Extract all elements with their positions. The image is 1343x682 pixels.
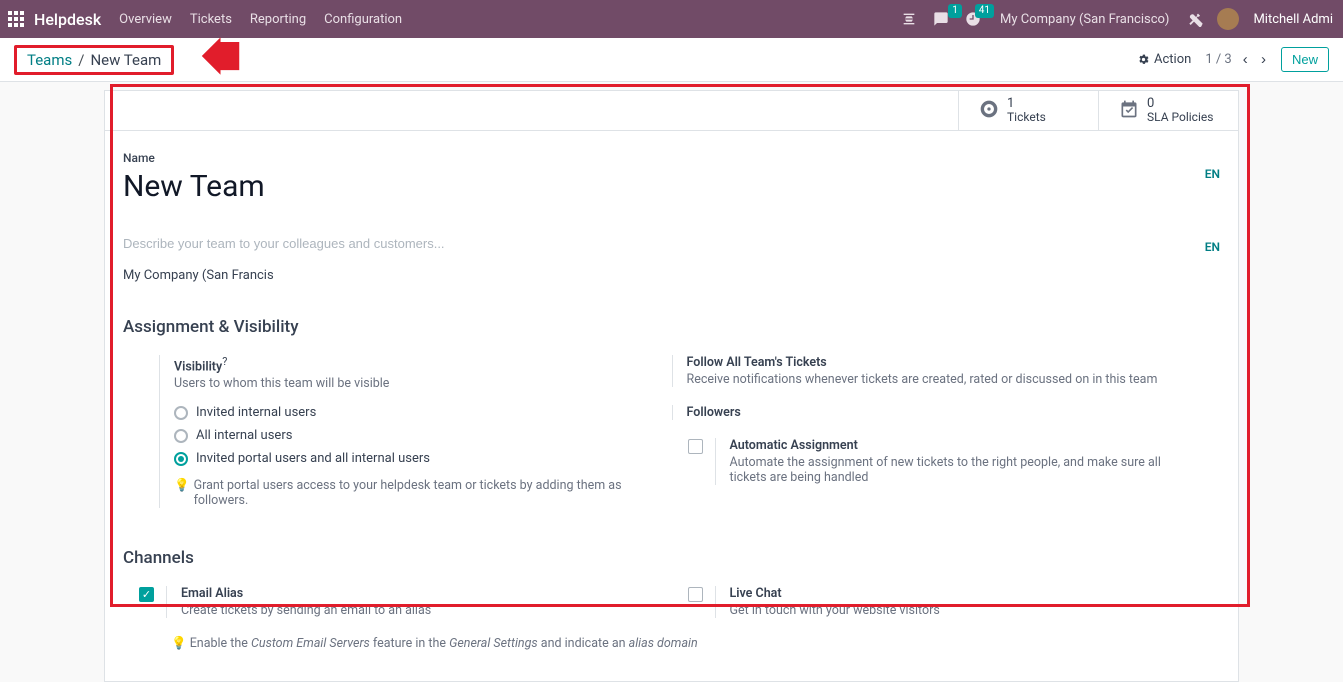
name-field-label: Name xyxy=(123,151,1205,165)
nav-configuration[interactable]: Configuration xyxy=(324,12,402,27)
lightbulb-icon: 💡 xyxy=(171,636,187,651)
section-assignment-heading: Assignment & Visibility xyxy=(123,317,1220,337)
calendar-check-icon xyxy=(1119,99,1139,123)
name-field-value[interactable]: New Team xyxy=(123,169,1205,204)
stat-tickets-count: 1 xyxy=(1007,97,1046,111)
visibility-opt-invited-internal[interactable]: Invited internal users xyxy=(174,405,642,420)
auto-assign-row: Automatic Assignment Automate the assign… xyxy=(672,438,1191,485)
stat-buttons: 1 Tickets 0 SLA Policies xyxy=(105,91,1238,131)
auto-assign-help: Automate the assignment of new tickets t… xyxy=(730,455,1191,485)
nav-tickets[interactable]: Tickets xyxy=(190,12,232,27)
arrow-annotation xyxy=(204,37,264,83)
email-alias-title: Email Alias xyxy=(181,586,672,601)
lightbulb-icon: 💡 xyxy=(174,478,190,508)
form-sheet: 1 Tickets 0 SLA Policies Name New Team xyxy=(104,90,1239,682)
email-alias-checkbox[interactable] xyxy=(139,587,154,602)
pager-text: 1 / 3 xyxy=(1205,52,1231,67)
stat-sla-count: 0 xyxy=(1147,97,1213,111)
followers-block: Followers xyxy=(672,405,1191,420)
channel-email: Email Alias Create tickets by sending an… xyxy=(123,586,672,618)
new-button[interactable]: New xyxy=(1281,47,1329,72)
nav-links: Overview Tickets Reporting Configuration xyxy=(119,12,402,27)
follow-help: Receive notifications whenever tickets a… xyxy=(687,372,1191,387)
action-dropdown[interactable]: Action xyxy=(1137,52,1191,67)
company-field[interactable]: My Company (San Francis xyxy=(123,268,1220,283)
nav-reporting[interactable]: Reporting xyxy=(250,12,306,27)
top-navbar: Helpdesk Overview Tickets Reporting Conf… xyxy=(0,0,1343,38)
visibility-label: Visibility xyxy=(174,359,222,374)
app-brand[interactable]: Helpdesk xyxy=(34,10,101,29)
stat-sla-label: SLA Policies xyxy=(1147,111,1213,124)
auto-assign-checkbox[interactable] xyxy=(688,439,703,454)
nav-overview[interactable]: Overview xyxy=(119,12,172,27)
channel-livechat: Live Chat Get in touch with your website… xyxy=(672,586,1221,618)
lang-tag-desc[interactable]: EN xyxy=(1205,240,1220,254)
nav-right: 1 41 My Company (San Francisco) Mitchell… xyxy=(898,8,1333,30)
avatar[interactable] xyxy=(1217,8,1239,30)
livechat-help: Get in touch with your website visitors xyxy=(730,603,1221,618)
visibility-help: Users to whom this team will be visible xyxy=(174,376,642,391)
action-label: Action xyxy=(1154,52,1191,67)
description-input[interactable] xyxy=(123,234,1185,253)
apps-icon[interactable] xyxy=(8,11,24,27)
stat-tickets[interactable]: 1 Tickets xyxy=(958,91,1098,130)
pager-prev[interactable]: ‹ xyxy=(1238,49,1253,70)
control-bar: Teams / New Team Action 1 / 3 ‹ › New xyxy=(0,38,1343,82)
follow-title: Follow All Team's Tickets xyxy=(687,355,1191,370)
messages-icon[interactable]: 1 xyxy=(930,8,952,30)
visibility-opt-portal-internal[interactable]: Invited portal users and all internal us… xyxy=(174,451,642,466)
breadcrumb-sep: / xyxy=(78,51,84,69)
content-area: 1 Tickets 0 SLA Policies Name New Team xyxy=(0,82,1343,682)
company-switcher[interactable]: My Company (San Francisco) xyxy=(1000,12,1169,27)
stat-tickets-label: Tickets xyxy=(1007,111,1046,124)
breadcrumb-annotation-box: Teams / New Team xyxy=(14,45,174,75)
visibility-help-icon[interactable]: ? xyxy=(222,355,227,368)
activities-badge: 41 xyxy=(975,4,994,18)
pager: 1 / 3 ‹ › xyxy=(1205,49,1271,70)
tray-icon[interactable] xyxy=(898,8,920,30)
section-channels-heading: Channels xyxy=(123,548,1220,568)
livechat-checkbox[interactable] xyxy=(688,587,703,602)
lang-tag-name[interactable]: EN xyxy=(1205,167,1220,181)
activities-icon[interactable]: 41 xyxy=(962,8,984,30)
visibility-group: Visibility? Users to whom this team will… xyxy=(159,355,642,508)
breadcrumb-root[interactable]: Teams xyxy=(27,51,72,69)
messages-badge: 1 xyxy=(948,4,962,18)
visibility-tip: 💡 Grant portal users access to your help… xyxy=(174,478,642,508)
visibility-opt-all-internal[interactable]: All internal users xyxy=(174,428,642,443)
email-alias-help: Create tickets by sending an email to an… xyxy=(181,603,672,618)
livechat-title: Live Chat xyxy=(730,586,1221,601)
email-alias-tip: 💡 Enable the Custom Email Servers featur… xyxy=(171,636,1220,651)
follow-block: Follow All Team's Tickets Receive notifi… xyxy=(672,355,1191,387)
tools-icon[interactable] xyxy=(1185,8,1207,30)
breadcrumb-current: New Team xyxy=(90,51,161,69)
lifebuoy-icon xyxy=(979,99,999,123)
user-name[interactable]: Mitchell Admi xyxy=(1253,12,1333,27)
followers-title: Followers xyxy=(687,405,1191,420)
auto-assign-title: Automatic Assignment xyxy=(730,438,1191,453)
pager-next[interactable]: › xyxy=(1256,49,1271,70)
stat-sla[interactable]: 0 SLA Policies xyxy=(1098,91,1238,130)
